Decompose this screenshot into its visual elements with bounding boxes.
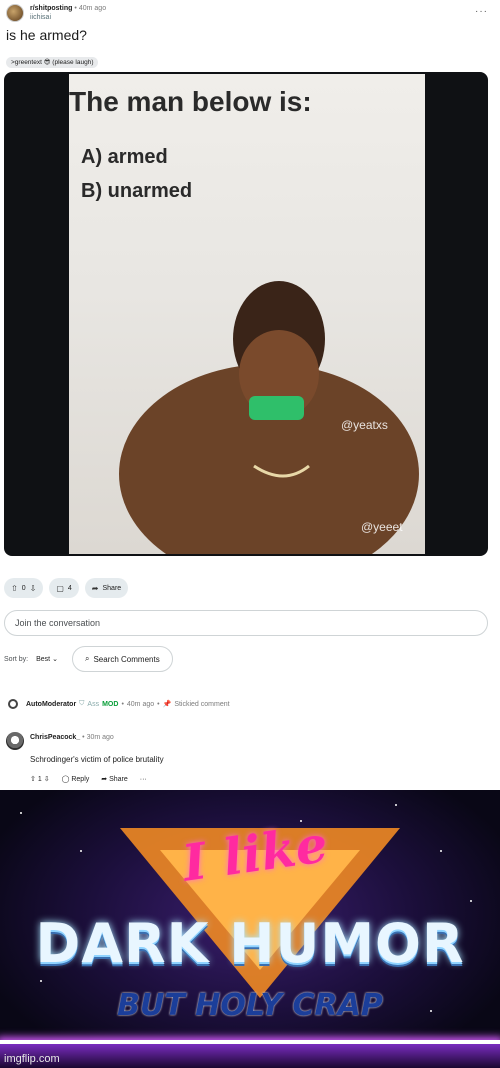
vote-control: ⇧ 0 ⇩ [4,578,44,598]
comment-body: Schrodinger's victim of police brutality [30,755,164,764]
comment-time: 30m ago [86,734,114,741]
star [80,850,82,852]
imgflip-watermark: imgflip.com [4,1053,60,1065]
comment-more-button[interactable]: ··· [140,776,147,783]
share-label: Share [102,584,122,592]
sort-row: Sort by: Best ⌄ ⌕ Search Comments [4,646,173,672]
sort-label: Sort by: [4,655,29,663]
comment-author[interactable]: ChrisPeacock_ [30,734,80,741]
share-icon: ➦ [101,776,108,783]
mod-badge: MOD [102,700,119,708]
reply-label: Reply [71,776,90,783]
reply-icon: ◯ [61,776,70,783]
post-time: 40m ago [78,5,107,12]
post-header: r/shitposting • 40m ago iichisai ··· [6,2,494,24]
comment-vote: ⇧ 1 ⇩ [30,775,50,783]
shield-icon: ⛉ [79,700,85,707]
post-action-bar: ⇧ 0 ⇩ ▢ 4 ➦ Share [4,578,129,598]
retro-floor [0,1044,500,1068]
downvote-icon[interactable]: ⇩ [44,776,50,783]
tiktok-watermark-bottom: @yeeet [361,520,403,534]
comment-share-button[interactable]: ➦ Share [101,775,128,783]
post-meta: r/shitposting • 40m ago iichisai [30,4,106,22]
comment-header: ChrisPeacock_ • 30m ago [30,734,114,741]
search-comments-button[interactable]: ⌕ Search Comments [71,646,173,672]
separator-dot: • [121,700,124,708]
star [20,812,22,814]
chevron-down-icon: ⌄ [52,656,58,663]
separator-dot: • [82,734,85,741]
post-title[interactable]: is he armed? [6,27,87,43]
meme-main-text: DARK HUMOR [35,912,465,975]
pin-icon: 📌 [162,701,172,708]
more-options-button[interactable]: ··· [475,6,488,17]
post-flair[interactable]: >greentext 😎 (please laugh) [6,57,99,68]
share-button[interactable]: ➦ Share [84,578,129,598]
comment-count: 4 [67,584,72,592]
comment-vote-count: 1 [37,776,42,783]
sort-value: Best [36,656,51,663]
search-icon: ⌕ [84,654,90,663]
sort-dropdown[interactable]: Best ⌄ [36,655,58,663]
meme-sub-text: BUT HOLY CRAP [117,988,383,1023]
star [430,1010,432,1012]
stickied-label: Stickied comment [174,700,230,708]
comment-share-label: Share [109,776,128,783]
share-icon: ➦ [91,583,99,593]
join-conversation-input[interactable]: Join the conversation [4,610,488,636]
vote-count: 0 [21,584,26,592]
star [40,980,42,982]
automod-icon [8,699,18,709]
post-media[interactable]: The man below is: A) armed B) unarmed @y… [4,72,488,556]
star [395,804,397,806]
post-author[interactable]: iichisai [30,13,106,22]
man-figure [119,281,419,554]
separator-dot: • [74,5,77,12]
separator-dot: • [157,700,160,708]
avatar[interactable] [6,732,24,750]
automod-name[interactable]: AutoModerator [26,701,76,708]
comment-icon: ▢ [56,583,64,593]
reply-button[interactable]: ◯ Reply [62,775,90,783]
comment-actions: ⇧ 1 ⇩ ◯ Reply ➦ Share ··· [30,775,147,784]
comments-button[interactable]: ▢ 4 [49,578,79,598]
star [470,900,472,902]
downvote-icon[interactable]: ⇩ [30,584,37,593]
star [440,850,442,852]
upvote-icon[interactable]: ⇧ [11,584,18,593]
upvote-icon[interactable]: ⇧ [30,776,36,783]
subreddit-avatar[interactable] [6,4,24,22]
search-comments-label: Search Comments [93,654,160,664]
automod-time: 40m ago [126,700,155,708]
automod-comment[interactable]: AutoModerator ⛉ Ass MOD • 40m ago • 📌 St… [8,697,230,711]
automod-tag: Ass [87,700,100,708]
subreddit-link[interactable]: r/shitposting [30,5,72,12]
meme-image: The man below is: A) armed B) unarmed @y… [69,74,425,554]
reaction-meme: I like DARK HUMOR BUT HOLY CRAP imgflip.… [0,790,500,1068]
tiktok-watermark: @yeatxs [341,418,388,432]
